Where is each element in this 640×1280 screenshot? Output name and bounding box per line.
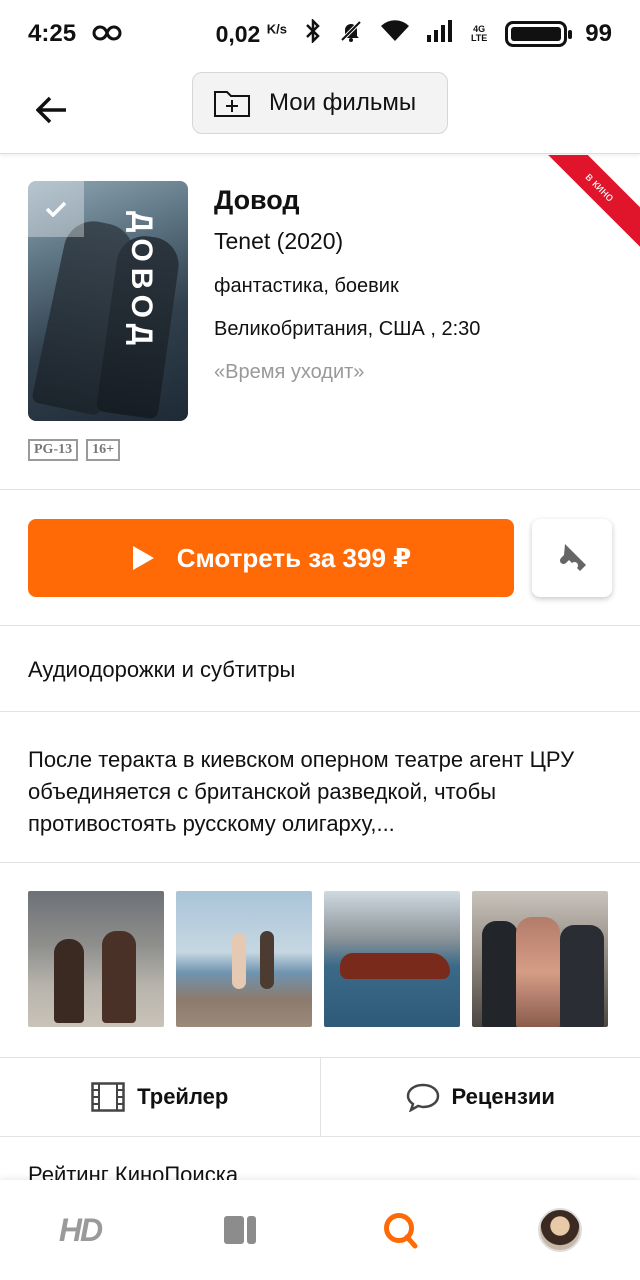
movie-genres: фантастика, боевик <box>214 275 399 297</box>
movie-title: Довод <box>214 185 300 215</box>
arrow-left-icon <box>36 96 66 124</box>
trailer-label: Трейлер <box>137 1084 229 1109</box>
still-image[interactable] <box>28 891 164 1027</box>
infinity-icon <box>92 20 122 48</box>
battery-level: 99 <box>585 20 612 47</box>
profile-avatar <box>538 1208 582 1252</box>
movie-slogan: «Время уходит» <box>214 361 365 383</box>
my-films-button[interactable]: Мои фильмы <box>192 72 448 134</box>
movie-poster[interactable]: ДОВОД <box>28 181 188 421</box>
nav-search[interactable] <box>360 1200 440 1260</box>
ratings: PG-13 16+ <box>28 439 121 461</box>
watch-button[interactable]: Смотреть за 399 ₽ <box>28 519 514 597</box>
hd-icon: HD <box>58 1211 103 1248</box>
media-tabs: Трейлер Рецензии <box>0 1057 640 1137</box>
network-speed: 0,02 K/s <box>215 20 287 47</box>
audio-subtitles-link[interactable]: Аудиодорожки и субтитры <box>28 657 295 683</box>
signal-icon <box>426 19 453 49</box>
library-icon <box>224 1216 256 1244</box>
wifi-icon <box>380 19 409 49</box>
divider <box>0 862 640 863</box>
network-type: 4G LTE <box>470 24 488 43</box>
in-cinema-badge: в кино <box>533 155 640 254</box>
poster-title: ДОВОД <box>125 211 158 351</box>
bluetooth-icon <box>305 17 321 50</box>
age-rating: 16+ <box>86 439 121 461</box>
divider <box>0 489 640 490</box>
still-image[interactable] <box>472 891 608 1027</box>
status-bar: 4:25 0,02 K/s 4G LTE 99 <box>0 0 640 68</box>
reviews-label: Рецензии <box>451 1084 555 1109</box>
ticket-icon <box>559 544 586 571</box>
back-button[interactable] <box>30 88 74 132</box>
folder-add-icon <box>214 91 250 117</box>
still-image[interactable] <box>324 891 460 1027</box>
ticket-button[interactable] <box>532 519 612 597</box>
bottom-nav: HD <box>0 1180 640 1280</box>
divider <box>0 711 640 712</box>
app-bar: Мои фильмы <box>0 68 640 154</box>
check-icon[interactable] <box>28 181 84 237</box>
search-icon <box>384 1213 418 1249</box>
movie-original-title: Tenet (2020) <box>214 228 344 254</box>
reviews-button[interactable]: Рецензии <box>319 1058 640 1136</box>
movie-header: ДОВОД PG-13 16+ Довод Tenet (2020) фанта… <box>0 155 640 489</box>
movie-description[interactable]: После теракта в киевском оперном театре … <box>28 744 618 840</box>
comment-icon <box>406 1083 439 1112</box>
movie-country-duration: Великобритания, США , 2:30 <box>214 318 481 340</box>
film-icon <box>91 1082 125 1112</box>
nav-hd[interactable]: HD <box>40 1200 120 1260</box>
mpaa-rating: PG-13 <box>28 439 79 461</box>
my-films-label: Мои фильмы <box>269 89 417 116</box>
watch-label: Смотреть за 399 ₽ <box>176 542 412 573</box>
divider <box>0 625 640 626</box>
trailer-button[interactable]: Трейлер <box>0 1058 320 1136</box>
mute-icon <box>339 19 363 50</box>
play-icon <box>132 546 154 570</box>
still-image[interactable] <box>176 891 312 1027</box>
nav-library[interactable] <box>200 1200 280 1260</box>
status-time: 4:25 <box>28 20 77 47</box>
nav-profile[interactable] <box>520 1200 600 1260</box>
stills-gallery <box>28 891 608 1027</box>
battery-icon <box>505 21 573 47</box>
movie-info: Довод Tenet (2020) фантастика, боевик Ве… <box>214 185 480 384</box>
